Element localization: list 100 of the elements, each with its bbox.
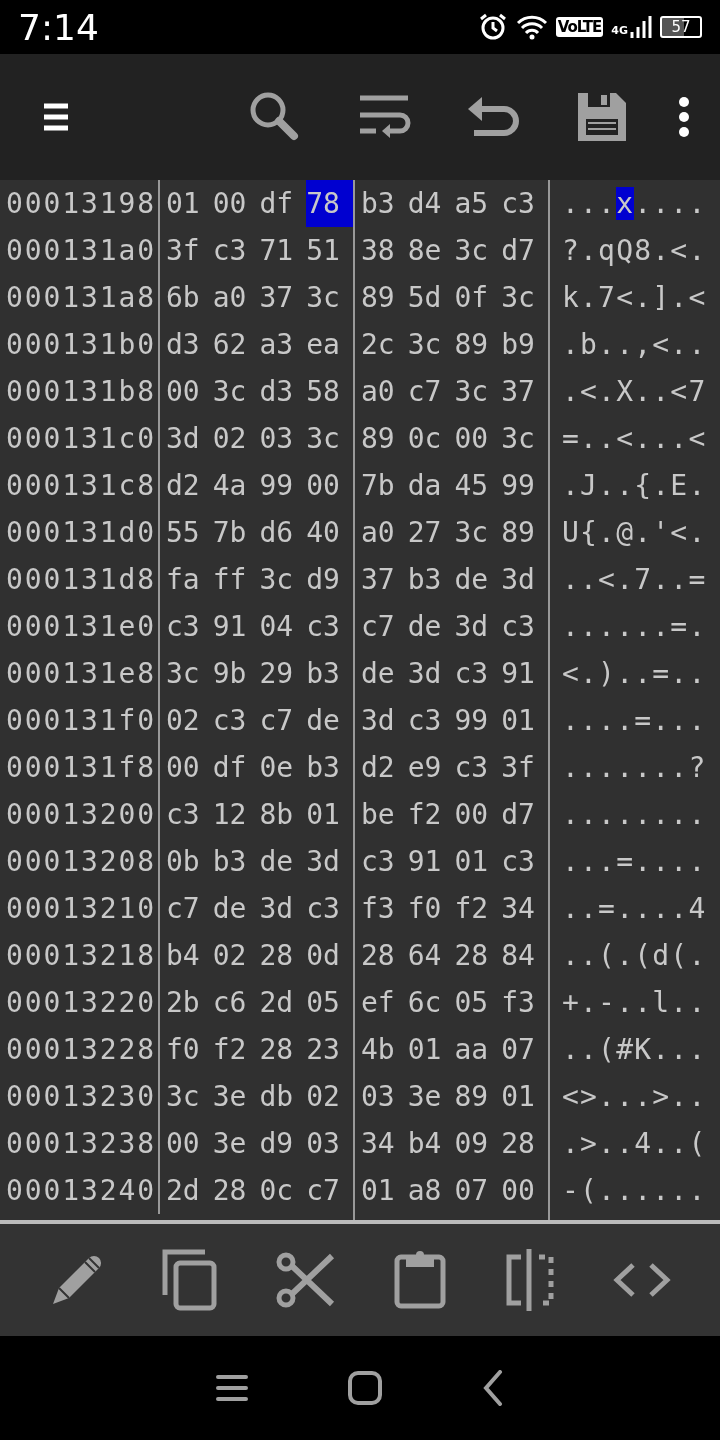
hex-byte[interactable]: 12: [212, 791, 260, 838]
hex-byte[interactable]: 02: [306, 1073, 353, 1120]
hex-byte[interactable]: 3e: [212, 1120, 260, 1167]
save-button[interactable]: [576, 91, 628, 143]
hex-byte[interactable]: 99: [501, 462, 548, 509]
hex-byte[interactable]: c3: [212, 227, 260, 274]
hex-byte[interactable]: 03: [306, 1120, 353, 1167]
hex-byte[interactable]: 3f: [166, 227, 213, 274]
hex-byte[interactable]: 64: [407, 932, 455, 979]
hex-byte[interactable]: 34: [361, 1120, 408, 1167]
hex-byte[interactable]: aa: [454, 1026, 502, 1073]
hex-byte[interactable]: c3: [501, 838, 548, 885]
hex-byte[interactable]: 00: [454, 791, 502, 838]
hex-byte[interactable]: c3: [501, 180, 548, 227]
hex-byte[interactable]: d4: [407, 180, 455, 227]
hex-byte[interactable]: b4: [166, 932, 213, 979]
hex-byte[interactable]: 51: [306, 227, 353, 274]
hex-byte[interactable]: a5: [454, 180, 502, 227]
hex-byte[interactable]: 55: [166, 509, 213, 556]
hex-byte[interactable]: 2b: [166, 979, 213, 1026]
hex-byte[interactable]: 01: [361, 1167, 408, 1214]
hex-byte[interactable]: 0f: [454, 274, 502, 321]
hex-byte[interactable]: 0d: [306, 932, 353, 979]
hex-byte[interactable]: a3: [259, 321, 307, 368]
hex-byte[interactable]: 3c: [306, 274, 353, 321]
hex-byte[interactable]: 01: [454, 838, 502, 885]
hex-byte[interactable]: 07: [454, 1167, 502, 1214]
hex-byte[interactable]: b4: [407, 1120, 455, 1167]
hex-byte[interactable]: c3: [501, 603, 548, 650]
hex-byte[interactable]: da: [407, 462, 455, 509]
hex-byte[interactable]: c7: [166, 885, 213, 932]
hex-byte[interactable]: f3: [501, 979, 548, 1026]
hex-byte[interactable]: a0: [212, 274, 260, 321]
hex-byte[interactable]: a0: [361, 509, 408, 556]
hex-byte[interactable]: ea: [306, 321, 353, 368]
code-button[interactable]: [613, 1262, 672, 1298]
home-icon[interactable]: [348, 1371, 382, 1405]
hex-byte[interactable]: c6: [212, 979, 260, 1026]
hex-byte[interactable]: df: [259, 180, 307, 227]
hex-byte[interactable]: b9: [501, 321, 548, 368]
hex-byte[interactable]: d2: [166, 462, 213, 509]
hex-byte[interactable]: 28: [454, 932, 502, 979]
hex-byte[interactable]: b3: [212, 838, 260, 885]
hex-byte[interactable]: ff: [212, 556, 260, 603]
hex-byte[interactable]: f0: [407, 885, 455, 932]
hex-byte[interactable]: d2: [361, 744, 408, 791]
hex-byte[interactable]: 3e: [212, 1073, 260, 1120]
hex-byte[interactable]: 01: [407, 1026, 455, 1073]
hex-byte[interactable]: c7: [259, 697, 307, 744]
hex-byte[interactable]: 9b: [212, 650, 260, 697]
hex-byte[interactable]: 91: [501, 650, 548, 697]
hex-byte[interactable]: ef: [361, 979, 408, 1026]
hex-byte[interactable]: 37: [501, 368, 548, 415]
hex-byte[interactable]: f2: [407, 791, 455, 838]
hex-byte[interactable]: c7: [306, 1167, 353, 1214]
hex-byte[interactable]: 89: [501, 509, 548, 556]
hex-byte[interactable]: 3d: [407, 650, 455, 697]
hex-byte[interactable]: 3d: [166, 415, 213, 462]
hex-byte[interactable]: 28: [361, 932, 408, 979]
hex-byte[interactable]: 00: [166, 368, 213, 415]
hex-byte[interactable]: 7b: [212, 509, 260, 556]
hex-byte[interactable]: 8e: [407, 227, 455, 274]
cut-button[interactable]: [276, 1252, 337, 1308]
hex-byte[interactable]: 3d: [454, 603, 502, 650]
hex-byte[interactable]: 37: [361, 556, 408, 603]
hex-byte[interactable]: 3c: [306, 415, 353, 462]
hex-byte[interactable]: c7: [407, 368, 455, 415]
hex-byte[interactable]: 3c: [454, 368, 502, 415]
hex-byte[interactable]: be: [361, 791, 408, 838]
undo-button[interactable]: [468, 95, 520, 139]
hex-byte[interactable]: 28: [259, 932, 307, 979]
hex-byte[interactable]: de: [259, 838, 307, 885]
hex-byte[interactable]: 00: [306, 462, 353, 509]
hex-byte[interactable]: 2d: [166, 1167, 213, 1214]
hex-byte[interactable]: 62: [212, 321, 260, 368]
hex-byte[interactable]: 3c: [501, 274, 548, 321]
hex-byte[interactable]: 89: [454, 321, 502, 368]
hex-byte[interactable]: 28: [259, 1026, 307, 1073]
hex-byte[interactable]: 45: [454, 462, 502, 509]
hex-byte[interactable]: 71: [259, 227, 307, 274]
hex-byte[interactable]: 01: [166, 180, 213, 227]
hex-byte[interactable]: 01: [306, 791, 353, 838]
hex-byte[interactable]: 3d: [306, 838, 353, 885]
hex-byte[interactable]: 3c: [212, 368, 260, 415]
hex-byte[interactable]: 01: [501, 697, 548, 744]
hex-byte[interactable]: 38: [361, 227, 408, 274]
hex-byte[interactable]: c3: [306, 603, 353, 650]
hex-byte[interactable]: 3e: [407, 1073, 455, 1120]
hex-byte[interactable]: 40: [306, 509, 353, 556]
more-options-button[interactable]: [678, 97, 690, 137]
hex-byte[interactable]: a8: [407, 1167, 455, 1214]
hex-byte[interactable]: c3: [166, 603, 213, 650]
hex-byte[interactable]: 99: [454, 697, 502, 744]
hex-byte[interactable]: 89: [361, 274, 408, 321]
hex-byte[interactable]: 05: [306, 979, 353, 1026]
hex-byte[interactable]: 3f: [501, 744, 548, 791]
hex-byte[interactable]: b3: [407, 556, 455, 603]
hex-byte[interactable]: 3d: [361, 697, 408, 744]
hex-byte[interactable]: 0c: [259, 1167, 307, 1214]
hex-byte[interactable]: 07: [501, 1026, 548, 1073]
